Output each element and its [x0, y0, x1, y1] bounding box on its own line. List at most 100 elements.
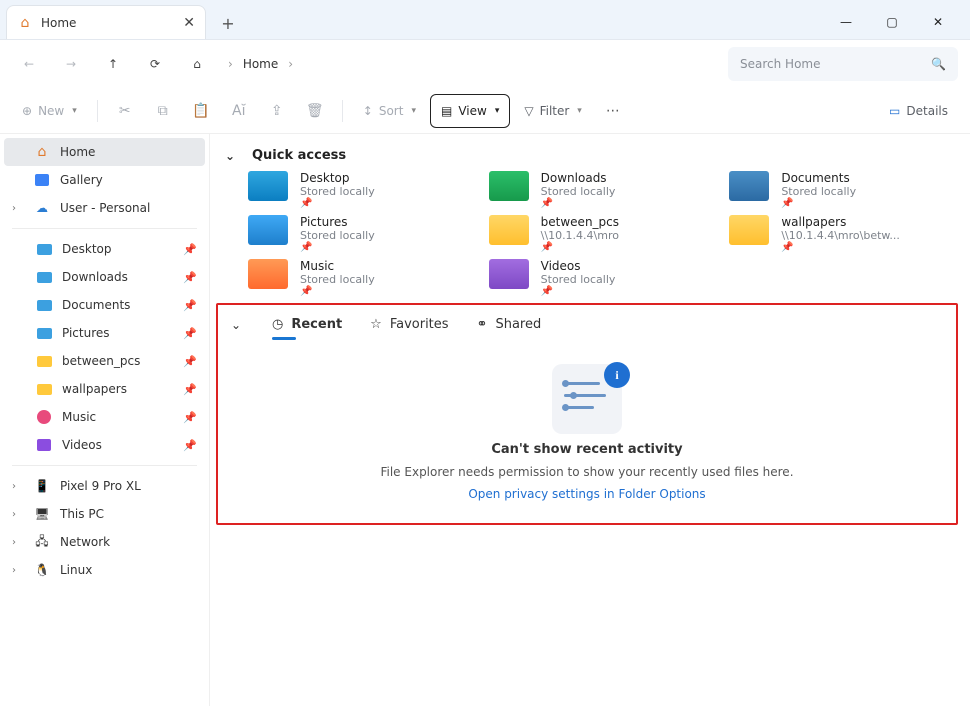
chevron-right-icon[interactable]: › [12, 481, 24, 492]
open-privacy-settings-link[interactable]: Open privacy settings in Folder Options [468, 487, 705, 501]
filter-icon: ▽ [524, 104, 533, 118]
new-button[interactable]: ⊕ New ▾ [12, 94, 87, 128]
sort-button[interactable]: ↕ Sort ▾ [353, 94, 426, 128]
quick-access-item-downloads[interactable]: DownloadsStored locally📌 [489, 171, 718, 209]
plus-icon: ⊕ [22, 104, 32, 118]
sidebar-item-label: This PC [60, 507, 104, 521]
maximize-button[interactable]: ▢ [878, 15, 906, 29]
folder-icon [489, 171, 529, 201]
view-button[interactable]: ▤ View ▾ [430, 94, 510, 128]
tab-home[interactable]: Home ✕ [6, 5, 206, 39]
quick-access-item-wallpapers[interactable]: wallpapers\\10.1.4.4\mro\betw...📌 [729, 215, 958, 253]
forward-button[interactable]: → [54, 47, 88, 81]
quick-access-header[interactable]: ⌄ Quick access [216, 144, 958, 171]
sidebar-item-home[interactable]: Home [4, 138, 205, 166]
up-button[interactable]: ↑ [96, 47, 130, 81]
tab-favorites[interactable]: ☆ Favorites [370, 317, 448, 332]
chevron-right-icon[interactable]: › [12, 537, 24, 548]
sidebar-item-user-personal[interactable]: ›User - Personal [4, 194, 205, 222]
quick-access-item-music[interactable]: MusicStored locally📌 [248, 259, 477, 297]
sidebar-item-label: Gallery [60, 173, 103, 187]
sidebar-item-label: Documents [62, 298, 130, 312]
recent-section-highlight: ⌄ ◷Recent☆Favorites⚭Shared i Can't show … [216, 303, 958, 525]
pin-icon: 📌 [541, 286, 616, 297]
folder-icon [36, 241, 52, 257]
chevron-down-icon[interactable]: ⌄ [228, 318, 244, 332]
quick-access-item-pictures[interactable]: PicturesStored locally📌 [248, 215, 477, 253]
details-button[interactable]: ▭ Details [879, 94, 958, 128]
net-icon [34, 534, 50, 550]
more-button[interactable]: ⋯ [596, 94, 630, 128]
quick-access-item-between-pcs[interactable]: between_pcs\\10.1.4.4\mro📌 [489, 215, 718, 253]
search-input[interactable]: Search Home 🔍 [728, 47, 958, 81]
sidebar-item-music[interactable]: Music📌 [4, 403, 205, 431]
folder-icon [36, 381, 52, 397]
sidebar-item-desktop[interactable]: Desktop📌 [4, 235, 205, 263]
sidebar-item-gallery[interactable]: Gallery [4, 166, 205, 194]
delete-button[interactable]: 🗑 [298, 94, 332, 128]
folder-icon [489, 215, 529, 245]
quick-access-item-videos[interactable]: VideosStored locally📌 [489, 259, 718, 297]
sidebar-item-downloads[interactable]: Downloads📌 [4, 263, 205, 291]
folder-icon [729, 215, 769, 245]
empty-message: File Explorer needs permission to show y… [380, 465, 793, 479]
quick-access-subtitle: Stored locally [300, 273, 375, 286]
cut-button[interactable]: ✂ [108, 94, 142, 128]
breadcrumb[interactable]: › Home › [222, 57, 299, 71]
filter-button[interactable]: ▽ Filter ▾ [514, 94, 591, 128]
quick-access-title: wallpapers [781, 215, 900, 229]
tab-label: Shared [495, 317, 541, 332]
sidebar-item-between-pcs[interactable]: between_pcs📌 [4, 347, 205, 375]
star-icon: ☆ [370, 317, 382, 332]
linux-icon [34, 562, 50, 578]
folder-icon [248, 171, 288, 201]
details-icon: ▭ [889, 104, 900, 118]
view-icon: ▤ [441, 104, 452, 118]
quick-access-item-desktop[interactable]: DesktopStored locally📌 [248, 171, 477, 209]
sidebar-item-network[interactable]: ›Network [4, 528, 205, 556]
phone-icon [34, 478, 50, 494]
pin-icon: 📌 [183, 271, 197, 284]
sidebar-item-linux[interactable]: › Linux [4, 556, 205, 584]
close-tab-icon[interactable]: ✕ [183, 15, 195, 31]
main-pane: ⌄ Quick access DesktopStored locally📌 Dow… [210, 134, 970, 706]
sidebar-item-documents[interactable]: Documents📌 [4, 291, 205, 319]
sidebar-item-label: Linux [60, 563, 92, 577]
pin-icon: 📌 [781, 198, 856, 209]
quick-access-subtitle: Stored locally [781, 185, 856, 198]
pin-icon: 📌 [300, 242, 375, 253]
tab-label: Favorites [390, 317, 449, 332]
quick-access-title: between_pcs [541, 215, 619, 229]
quick-access-subtitle: Stored locally [541, 273, 616, 286]
refresh-button[interactable]: ⟳ [138, 47, 172, 81]
tab-shared[interactable]: ⚭Shared [477, 317, 542, 332]
new-tab-button[interactable]: + [212, 7, 244, 39]
paste-button[interactable]: 📋 [184, 94, 218, 128]
tab-label: Recent [291, 317, 342, 332]
minimize-button[interactable]: — [832, 15, 860, 29]
copy-button[interactable]: ⧉ [146, 94, 180, 128]
close-window-button[interactable]: ✕ [924, 15, 952, 29]
tab-recent[interactable]: ◷Recent [272, 317, 342, 332]
quick-access-title: Documents [781, 171, 856, 185]
search-icon: 🔍 [931, 57, 946, 71]
quick-access-title: Music [300, 259, 375, 273]
breadcrumb-item[interactable]: Home [243, 57, 278, 71]
chevron-right-icon[interactable]: › [12, 203, 24, 214]
sidebar-item-label: Pictures [62, 326, 110, 340]
sidebar-item-label: Home [60, 145, 95, 159]
back-button[interactable]: ← [12, 47, 46, 81]
rename-button[interactable]: Aĭ [222, 94, 256, 128]
quick-access-item-documents[interactable]: DocumentsStored locally📌 [729, 171, 958, 209]
window-controls: — ▢ ✕ [832, 15, 970, 39]
home-nav-icon[interactable]: ⌂ [180, 47, 214, 81]
sidebar-item-wallpapers[interactable]: wallpapers📌 [4, 375, 205, 403]
share-button[interactable]: ⇪ [260, 94, 294, 128]
chevron-down-icon[interactable]: ⌄ [222, 149, 238, 163]
chevron-right-icon[interactable]: › [12, 565, 24, 576]
sidebar-item-pictures[interactable]: Pictures📌 [4, 319, 205, 347]
sidebar-item-this-pc[interactable]: › This PC [4, 500, 205, 528]
sidebar-item-pixel-9-pro-xl[interactable]: ›Pixel 9 Pro XL [4, 472, 205, 500]
sidebar-item-videos[interactable]: Videos📌 [4, 431, 205, 459]
chevron-right-icon[interactable]: › [12, 509, 24, 520]
